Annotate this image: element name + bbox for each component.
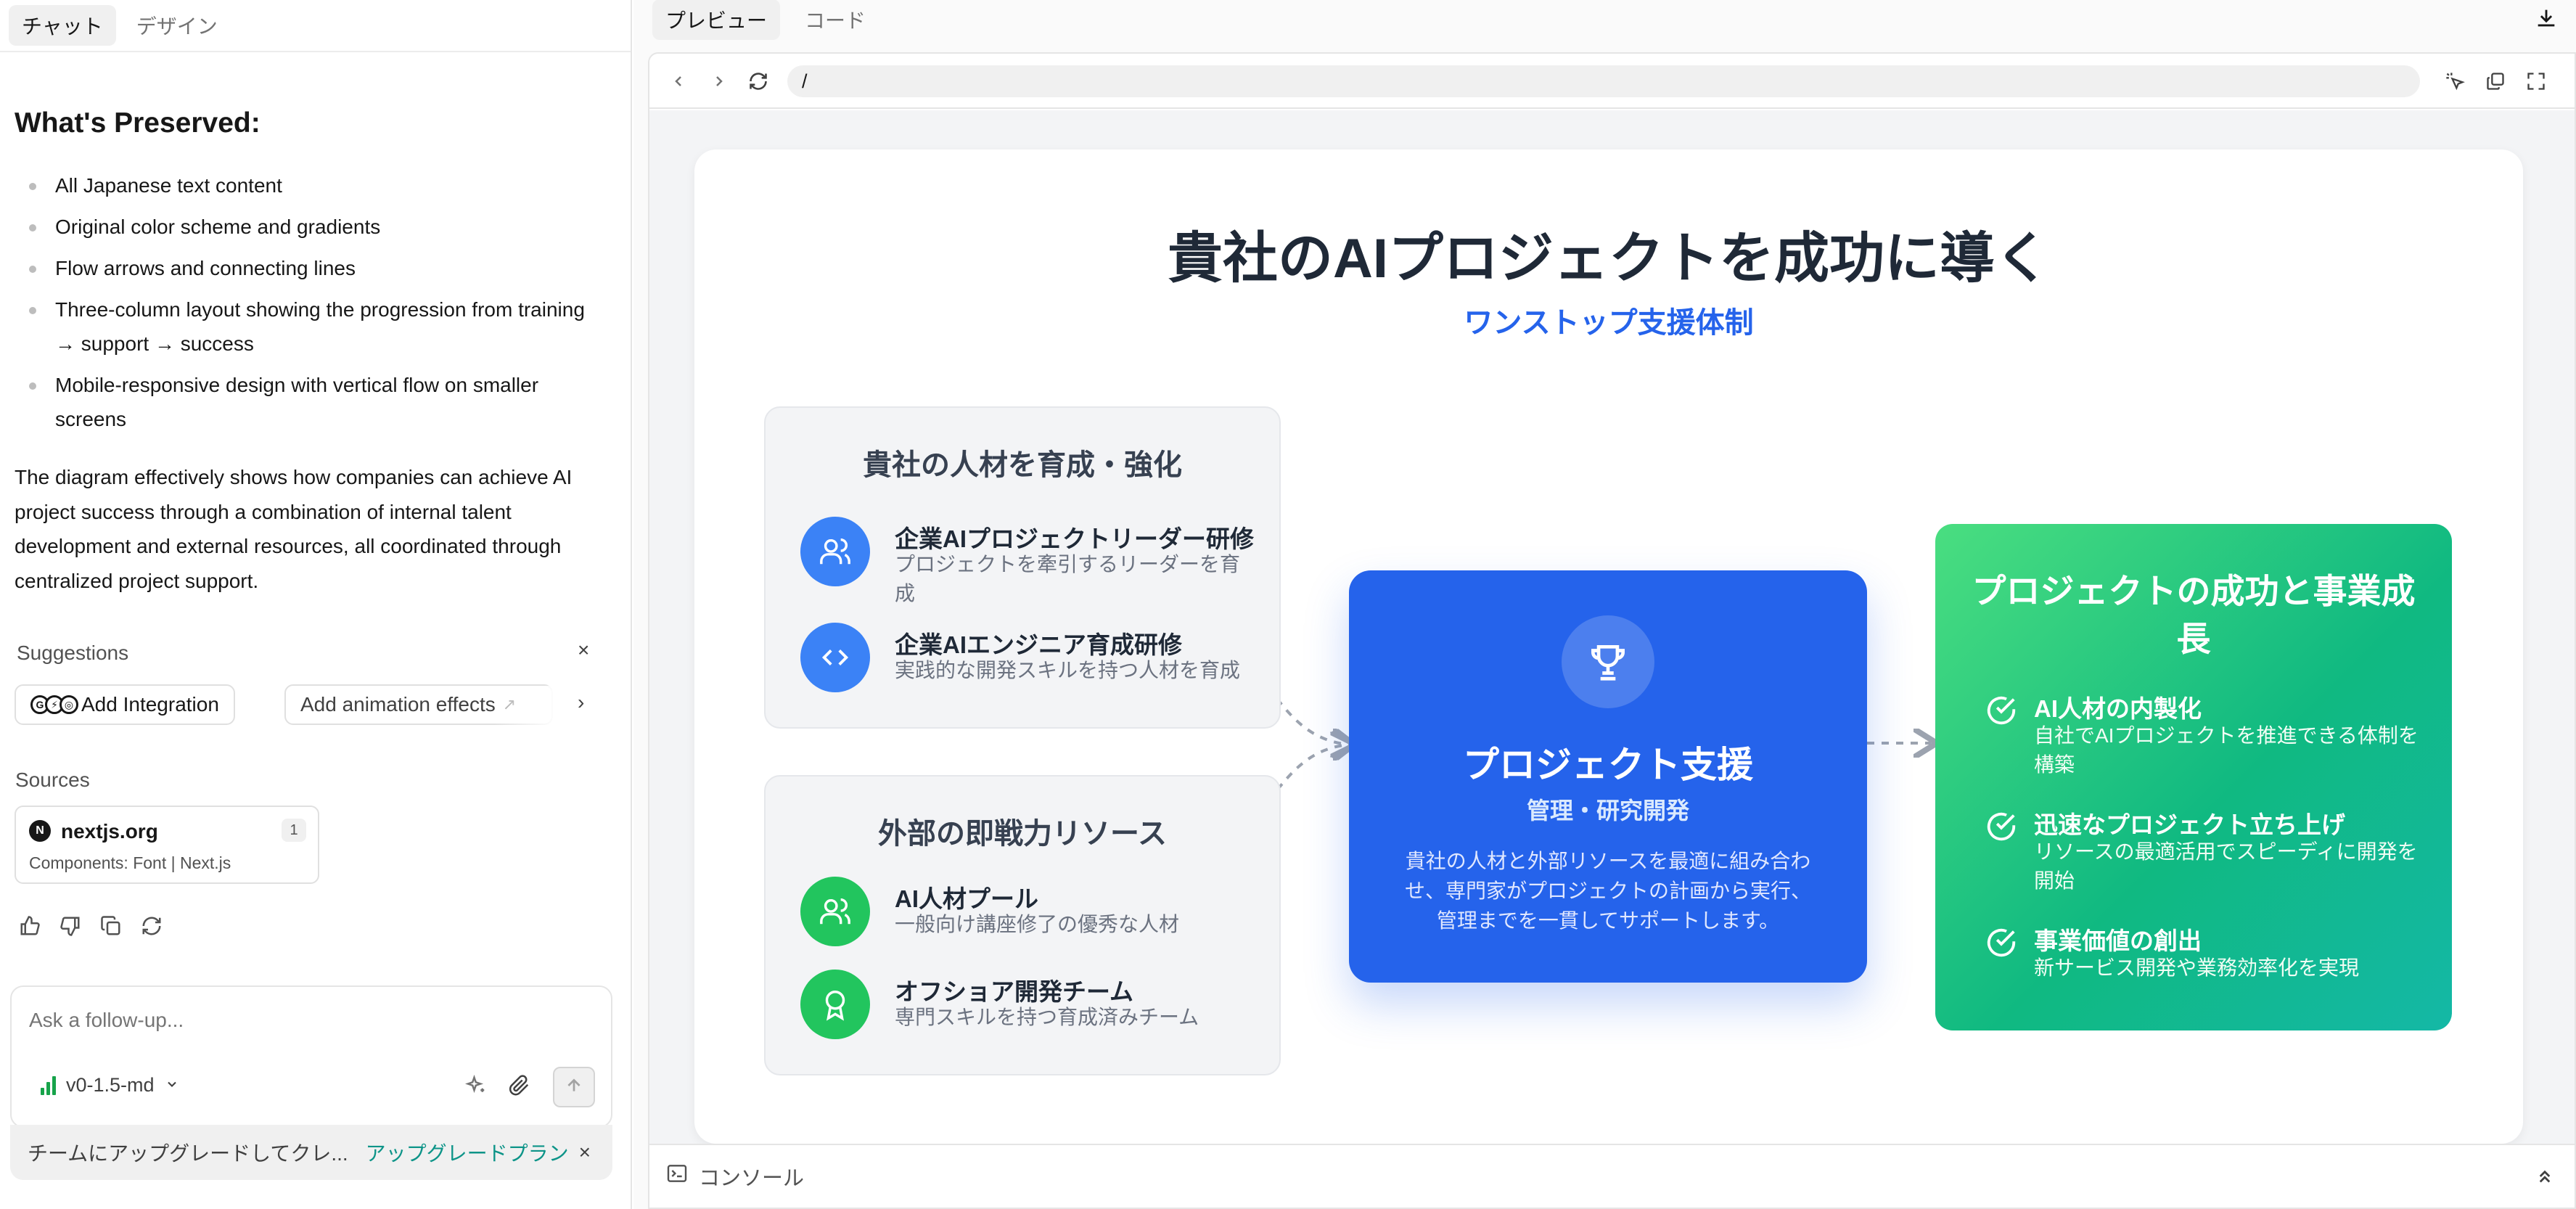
back-icon[interactable] [665,68,692,94]
list-item: Three-column layout showing the progress… [29,292,602,361]
item-title: 企業AIプロジェクトリーダー研修 [895,525,1254,552]
box-heading: 外部の即戦力リソース [878,818,1167,850]
regenerate-icon[interactable] [139,914,164,938]
copy-icon[interactable] [99,914,123,938]
right-title: プロジェクトの成功と事業成長 [1972,572,2416,658]
download-icon[interactable] [2534,6,2559,34]
message-actions [17,914,164,938]
tab-preview[interactable]: プレビュー [652,0,781,40]
suggestions-close-button[interactable]: × [578,639,589,662]
item-title: 企業AIエンジニア育成研修 [895,631,1182,658]
source-subtitle: Components: Font | Next.js [29,853,231,872]
chip-label: Add Integration [81,693,219,716]
console-label: コンソール [699,1167,805,1190]
chat-tabbar: チャット デザイン [0,0,631,52]
fullscreen-icon[interactable] [2523,68,2549,94]
result-desc: 新サービス開発や業務効率化を実現 [2034,956,2360,979]
preserved-list: All Japanese text content Original color… [29,168,602,443]
composer: v0-1.5-md [10,985,612,1128]
result-desc: 自社でAIプロジェクトを推進できる体制を構築 [2034,724,2419,776]
result-title: 事業価値の創出 [2034,927,2202,954]
users-icon [800,877,870,946]
chevron-down-icon [165,1074,179,1097]
check-circle-icon [1985,810,2018,847]
source-name: nextjs.org [61,820,158,843]
source-card[interactable]: N nextjs.org 1 Components: Font | Next.j… [15,806,319,884]
list-item: Original color scheme and gradients [29,210,602,244]
upgrade-close-button[interactable]: × [579,1141,591,1164]
external-resources-box: 外部の即戦力リソース AI人材プール 一般向け講座修了の優秀な人材 オフショア開… [764,775,1281,1075]
item-desc: プロジェクトを牽引するリーダーを育成 [895,553,1241,604]
list-item: Flow arrows and connecting lines [29,251,602,285]
message-heading: What's Preserved: [15,107,261,139]
arrow-up-icon [565,1076,583,1099]
terminal-icon [665,1162,689,1191]
code-icon [800,623,870,692]
thumbs-up-icon[interactable] [17,914,42,938]
item-desc: 実践的な開発スキルを持つ人材を育成 [895,659,1241,681]
box-heading: 貴社の人材を育成・強化 [863,449,1182,481]
browser-navbar: / [649,54,2575,109]
select-element-icon[interactable] [2442,68,2468,94]
center-title: プロジェクト支援 [1463,745,1753,785]
check-circle-icon [1985,926,2018,963]
thumbs-down-icon[interactable] [58,914,83,938]
result-title: AI人材の内製化 [2034,695,2202,722]
result-title: 迅速なプロジェクト立ち上げ [2034,811,2345,838]
list-item: Mobile-responsive design with vertical f… [29,368,602,436]
reload-icon[interactable] [745,68,771,94]
preview-tabbar: プレビュー コード [652,0,879,40]
chevrons-up-icon[interactable] [2534,1165,2556,1193]
nextjs-logo-icon: N [29,820,51,842]
item-title: オフショア開発チーム [895,978,1134,1005]
center-subtitle: 管理・研究開発 [1526,798,1689,824]
page-title: 貴社のAIプロジェクトを成功に導く [1168,228,2050,290]
integration-logos-icon: G ⚡ ◎ [30,695,78,714]
center-desc: 貴社の人材と外部リソースを最適に組み合わせ、専門家がプロジェクトの計画から実行、… [1404,850,1811,932]
browser-frame: / 貴社のAIプロジェクトを成功に導く ワンストップ支援体制 貴社の人材を育成・… [648,52,2576,1209]
page-subtitle: ワンストップ支援体制 [1464,307,1754,339]
item-desc: 専門スキルを持つ育成済みチーム [895,1006,1199,1028]
model-selector[interactable]: v0-1.5-md [41,1074,179,1097]
success-growth-box: プロジェクトの成功と事業成長 AI人材の内製化 自社でAIプロジェクトを推進でき… [1935,524,2452,1030]
item-desc: 一般向け講座修了の優秀な人材 [895,913,1180,935]
new-window-icon[interactable] [2482,68,2509,94]
preview-panel: プレビュー コード / 貴社のAIプロジェクトを成功に導く ワンストップ支援体制… [633,0,2576,1209]
upgrade-banner: チームにアップグレードしてクレ... アップグレードプラン × [10,1125,612,1180]
check-circle-icon [1985,694,2018,731]
item-title: AI人材プール [895,885,1038,912]
model-bars-icon [41,1075,56,1095]
forward-icon[interactable] [706,68,732,94]
tab-design[interactable]: デザイン [123,5,231,46]
award-icon [800,970,870,1039]
message-paragraph: The diagram effectively shows how compan… [15,466,573,592]
upgrade-text: チームにアップグレードしてクレ... [28,1142,348,1165]
url-bar[interactable]: / [787,65,2420,97]
tab-chat[interactable]: チャット [9,5,116,46]
upgrade-plan-link[interactable]: アップグレードプラン [366,1138,569,1167]
trophy-icon [1562,615,1654,708]
project-support-box: プロジェクト支援 管理・研究開発 貴社の人材と外部リソースを最適に組み合わせ、専… [1349,570,1867,983]
suggestion-chip-add-integration[interactable]: G ⚡ ◎ Add Integration [15,684,235,725]
suggestions-label: Suggestions [17,642,129,664]
sparkle-icon[interactable] [463,1073,489,1099]
sources-label: Sources [15,769,90,791]
talent-development-box: 貴社の人材を育成・強化 企業AIプロジェクトリーダー研修 プロジェクトを牽引する… [764,406,1281,729]
source-count-badge: 1 [282,819,306,842]
chat-panel: チャット デザイン What's Preserved: All Japanese… [0,0,632,1209]
preview-viewport: 貴社のAIプロジェクトを成功に導く ワンストップ支援体制 貴社の人材を育成・強化… [649,110,2575,1147]
follow-up-input[interactable] [29,1009,464,1032]
diagram-card: 貴社のAIプロジェクトを成功に導く ワンストップ支援体制 貴社の人材を育成・強化… [694,149,2523,1144]
tab-code[interactable]: コード [792,0,879,40]
attach-icon[interactable] [506,1073,533,1099]
list-item: All Japanese text content [29,168,602,202]
model-name: v0-1.5-md [66,1074,155,1096]
send-button[interactable] [553,1067,595,1107]
chevron-right-icon[interactable]: › [578,691,584,714]
chip-label: Add animation effects [300,693,496,716]
console-bar[interactable]: コンソール [649,1144,2575,1208]
result-desc: リソースの最適活用でスピーディに開発を開始 [2034,840,2418,892]
users-icon [800,517,870,586]
chip-fade [493,686,559,725]
